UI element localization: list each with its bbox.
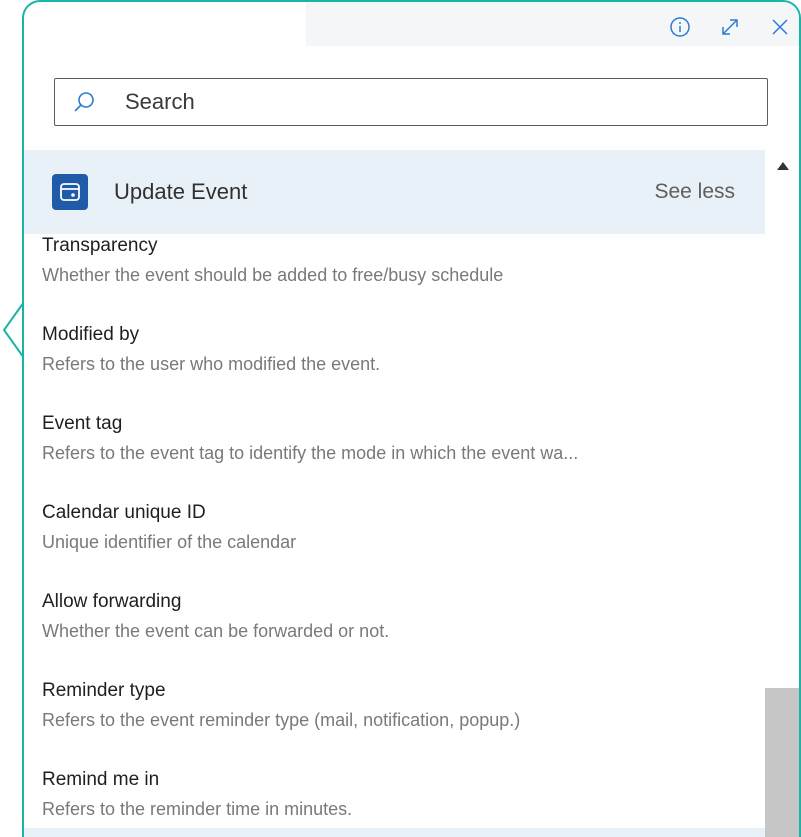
item-title: Modified by xyxy=(42,324,140,345)
list-item[interactable]: Modified by Refers to the user who modif… xyxy=(42,323,762,412)
list-item[interactable]: Reminder type Refers to the event remind… xyxy=(42,679,762,768)
item-description: Refers to the event reminder type (mail,… xyxy=(42,710,521,730)
item-description: Whether the event should be added to fre… xyxy=(42,265,504,285)
dynamic-content-list: Update Event See less Transparency Wheth… xyxy=(24,150,765,837)
list-item[interactable]: Transparency Whether the event should be… xyxy=(42,234,762,323)
calendar-app-icon xyxy=(52,174,88,210)
item-description: Refers to the reminder time in minutes. xyxy=(42,799,353,819)
item-title: Transparency xyxy=(42,235,158,256)
group-title: Update Event xyxy=(114,179,248,204)
search-icon xyxy=(69,87,99,117)
item-title: Event tag xyxy=(42,413,123,434)
scroll-up-arrow-icon[interactable] xyxy=(775,158,791,174)
item-title: Allow forwarding xyxy=(42,591,182,612)
list-item[interactable]: Allow forwarding Whether the event can b… xyxy=(42,590,762,679)
item-description: Unique identifier of the calendar xyxy=(42,532,297,552)
content-items: Transparency Whether the event should be… xyxy=(42,234,762,837)
expand-icon[interactable] xyxy=(715,12,745,42)
vertical-scrollbar[interactable] xyxy=(765,150,799,837)
group-header-update-event[interactable]: Update Event See less xyxy=(24,150,765,234)
next-group-header-peek xyxy=(24,828,765,837)
item-description: Refers to the event tag to identify the … xyxy=(42,443,579,463)
list-item[interactable]: Event tag Refers to the event tag to ide… xyxy=(42,412,762,501)
item-description: Whether the event can be forwarded or no… xyxy=(42,621,390,641)
see-less-link[interactable]: See less xyxy=(654,180,735,204)
item-title: Remind me in xyxy=(42,769,160,790)
search-input[interactable] xyxy=(125,89,725,115)
close-icon[interactable] xyxy=(765,12,795,42)
panel-actions xyxy=(665,12,795,42)
scrollbar-thumb[interactable] xyxy=(765,688,799,837)
list-item[interactable]: Remind me in Refers to the reminder time… xyxy=(42,768,762,837)
item-description: Refers to the user who modified the even… xyxy=(42,354,381,374)
list-item[interactable]: Calendar unique ID Unique identifier of … xyxy=(42,501,762,590)
item-title: Calendar unique ID xyxy=(42,502,206,523)
dynamic-content-panel: Update Event See less Transparency Wheth… xyxy=(22,0,801,837)
search-box[interactable] xyxy=(54,78,768,126)
info-icon[interactable] xyxy=(665,12,695,42)
item-title: Reminder type xyxy=(42,680,166,701)
